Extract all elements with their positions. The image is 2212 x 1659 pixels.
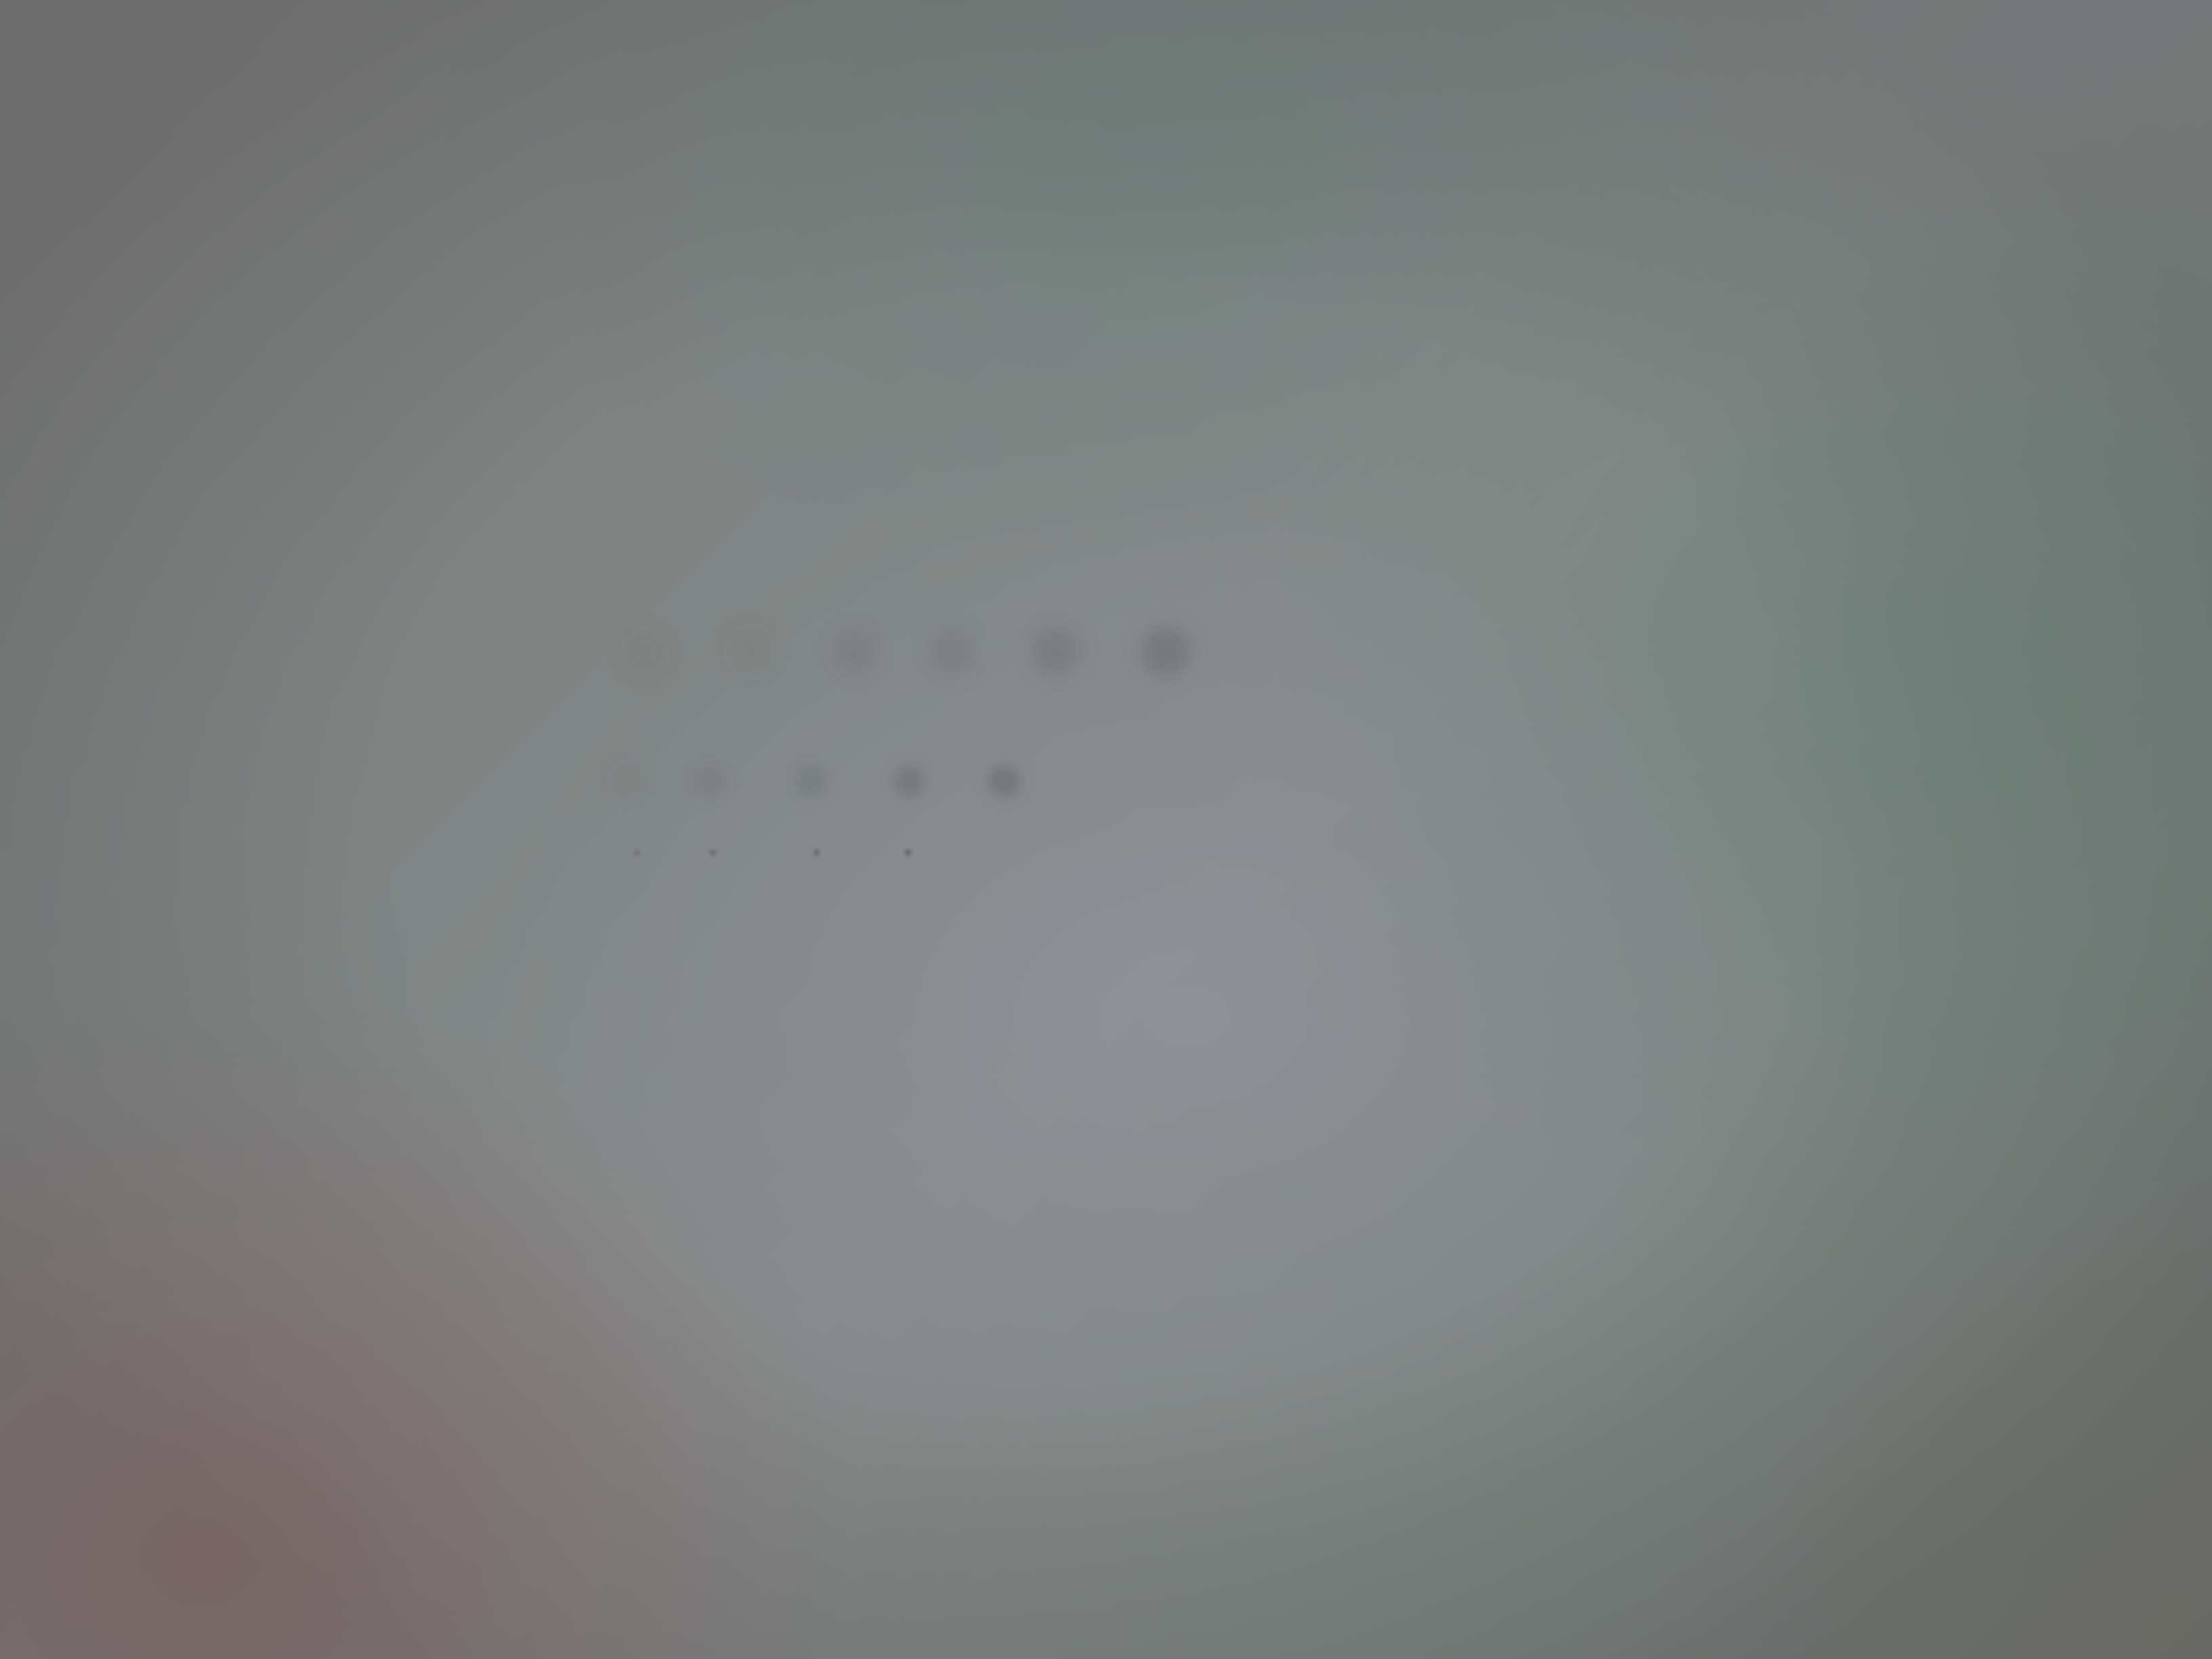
dot-bottom-3 xyxy=(813,849,820,856)
dot-top-4 xyxy=(928,628,976,676)
dot-row-bottom xyxy=(634,849,912,856)
dot-middle-1 xyxy=(613,765,645,798)
dot-middle-5 xyxy=(988,765,1021,798)
blurred-background xyxy=(0,0,2212,1659)
dot-top-5 xyxy=(1031,628,1080,676)
dot-top-2 xyxy=(731,630,774,674)
dot-row-middle xyxy=(613,765,1021,798)
dot-bottom-2 xyxy=(710,849,716,856)
dot-middle-4 xyxy=(893,765,926,798)
dot-middle-3 xyxy=(796,765,828,798)
dot-row-top xyxy=(623,626,1191,678)
dot-bottom-1 xyxy=(634,849,640,856)
dot-top-1 xyxy=(623,632,664,672)
dot-bottom-4 xyxy=(905,849,912,856)
dot-middle-2 xyxy=(694,765,726,798)
dot-top-3 xyxy=(833,630,878,674)
dot-top-6 xyxy=(1140,626,1191,678)
dot-pattern xyxy=(613,626,1191,856)
